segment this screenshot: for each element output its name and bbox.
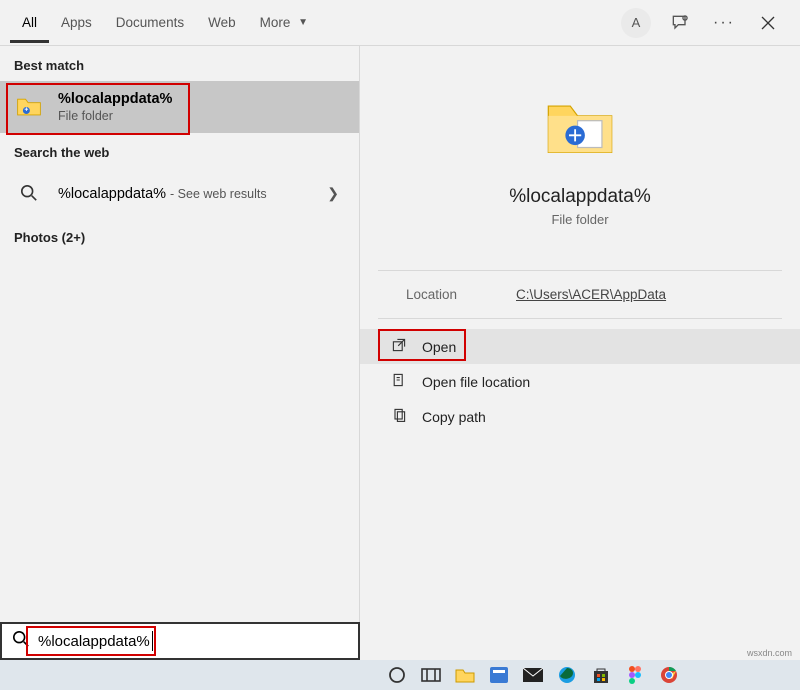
location-value[interactable]: C:\Users\ACER\AppData bbox=[516, 287, 666, 302]
search-icon bbox=[14, 178, 44, 208]
taskbar-explorer-icon[interactable] bbox=[448, 660, 482, 690]
taskbar-chrome-icon[interactable] bbox=[652, 660, 686, 690]
section-best-match: Best match bbox=[0, 46, 359, 81]
action-open[interactable]: Open bbox=[360, 329, 800, 364]
tab-all[interactable]: All bbox=[10, 3, 49, 43]
tab-more-label: More bbox=[260, 15, 291, 30]
web-result-hint: - See web results bbox=[170, 187, 267, 201]
web-result[interactable]: %localappdata% - See web results ❯ bbox=[0, 168, 359, 218]
tab-web[interactable]: Web bbox=[196, 3, 248, 43]
avatar[interactable]: A bbox=[618, 5, 654, 41]
location-label: Location bbox=[406, 287, 516, 302]
best-match-result[interactable]: %localappdata% File folder bbox=[0, 81, 359, 133]
section-search-web: Search the web bbox=[0, 133, 359, 168]
feedback-icon[interactable] bbox=[662, 5, 698, 41]
search-panel: All Apps Documents Web More ▼ A ··· Best… bbox=[0, 0, 800, 660]
results-column: Best match %localappdata% File folder Se… bbox=[0, 46, 360, 660]
top-tabs: All Apps Documents Web More ▼ A ··· bbox=[0, 0, 800, 46]
action-open-location-label: Open file location bbox=[422, 374, 530, 390]
preview-subtitle: File folder bbox=[551, 212, 608, 227]
chevron-down-icon: ▼ bbox=[298, 17, 308, 28]
taskbar-store-icon[interactable] bbox=[584, 660, 618, 690]
avatar-letter: A bbox=[621, 8, 651, 38]
taskbar-taskview-icon[interactable] bbox=[414, 660, 448, 690]
location-row: Location C:\Users\ACER\AppData bbox=[378, 271, 782, 319]
action-copy-path-label: Copy path bbox=[422, 409, 486, 425]
taskbar-app-icon[interactable] bbox=[482, 660, 516, 690]
more-options-icon[interactable]: ··· bbox=[706, 5, 742, 41]
taskbar-cortana-icon[interactable] bbox=[380, 660, 414, 690]
open-location-icon bbox=[388, 372, 410, 391]
chevron-right-icon[interactable]: ❯ bbox=[321, 185, 345, 202]
close-icon[interactable] bbox=[750, 5, 786, 41]
watermark: wsxdn.com bbox=[747, 648, 792, 658]
tab-more[interactable]: More ▼ bbox=[248, 3, 320, 43]
search-box[interactable]: %localappdata% bbox=[0, 622, 360, 660]
taskbar-mail-icon[interactable] bbox=[516, 660, 550, 690]
taskbar bbox=[0, 660, 800, 690]
folder-icon-large bbox=[541, 89, 619, 172]
highlight-box bbox=[6, 83, 190, 135]
taskbar-edge-icon[interactable] bbox=[550, 660, 584, 690]
highlight-box bbox=[26, 626, 156, 656]
preview-title: %localappdata% bbox=[509, 186, 651, 208]
preview-hero: %localappdata% File folder bbox=[378, 46, 782, 271]
highlight-box bbox=[378, 329, 466, 361]
copy-path-icon bbox=[388, 407, 410, 426]
tab-apps[interactable]: Apps bbox=[49, 3, 104, 43]
section-photos: Photos (2+) bbox=[0, 218, 359, 253]
taskbar-figma-icon[interactable] bbox=[618, 660, 652, 690]
action-copy-path[interactable]: Copy path bbox=[360, 399, 800, 434]
preview-column: %localappdata% File folder Location C:\U… bbox=[360, 46, 800, 660]
action-open-location[interactable]: Open file location bbox=[360, 364, 800, 399]
web-result-title: %localappdata% bbox=[58, 186, 166, 202]
tab-documents[interactable]: Documents bbox=[104, 3, 196, 43]
